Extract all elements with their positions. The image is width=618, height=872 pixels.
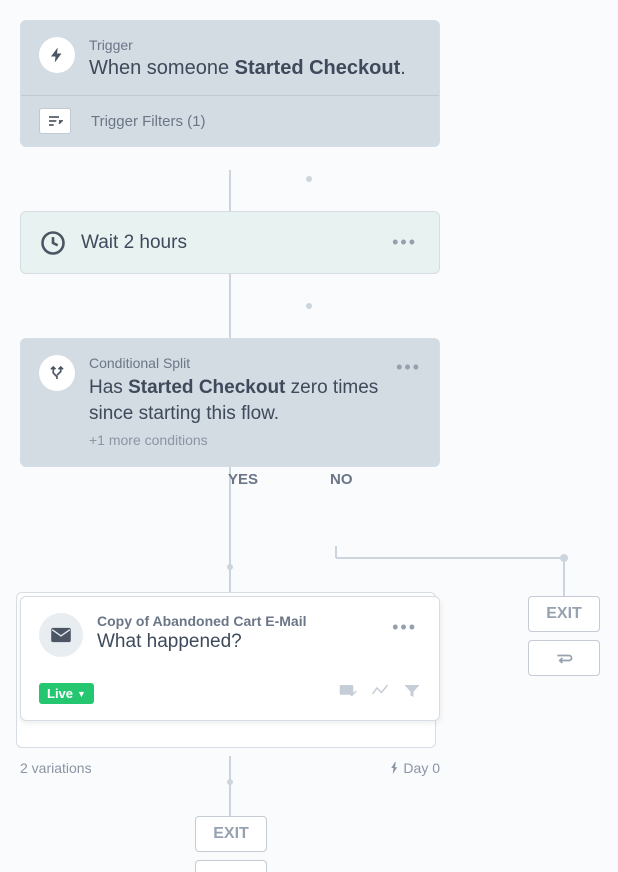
checkmail-icon[interactable] bbox=[339, 683, 357, 704]
trigger-filters-label: Trigger Filters (1) bbox=[91, 113, 205, 130]
split-label: Conditional Split bbox=[89, 355, 421, 371]
connector-dot bbox=[306, 303, 312, 309]
more-menu[interactable]: ••• bbox=[392, 353, 425, 382]
email-subject: What happened? bbox=[97, 631, 374, 653]
connector-dot bbox=[306, 176, 312, 182]
exit-node[interactable]: EXIT bbox=[195, 816, 267, 852]
trigger-label: Trigger bbox=[89, 37, 406, 53]
conditional-split-card[interactable]: Conditional Split Has Started Checkout z… bbox=[20, 338, 440, 467]
day-label: Day 0 bbox=[390, 760, 440, 776]
loop-node[interactable] bbox=[528, 640, 600, 676]
chevron-down-icon: ▼ bbox=[77, 689, 86, 699]
branch-no-label: NO bbox=[330, 471, 353, 488]
status-badge[interactable]: Live▼ bbox=[39, 683, 94, 704]
wait-text: Wait 2 hours bbox=[81, 232, 374, 254]
trigger-title: When someone Started Checkout. bbox=[89, 55, 406, 81]
filter-icon bbox=[39, 108, 71, 134]
trigger-filters-row[interactable]: Trigger Filters (1) bbox=[21, 95, 439, 146]
branch-yes-label: YES bbox=[228, 471, 258, 488]
email-name: Copy of Abandoned Cart E-Mail bbox=[97, 613, 374, 629]
wait-card[interactable]: Wait 2 hours ••• bbox=[20, 211, 440, 274]
trigger-card[interactable]: Trigger When someone Started Checkout. T… bbox=[20, 20, 440, 147]
more-menu[interactable]: ••• bbox=[388, 228, 421, 257]
bolt-icon bbox=[39, 37, 75, 73]
exit-node[interactable]: EXIT bbox=[528, 596, 600, 632]
split-icon bbox=[39, 355, 75, 391]
funnel-icon[interactable] bbox=[403, 683, 421, 704]
variations-count: 2 variations bbox=[20, 760, 92, 776]
email-card-stack[interactable]: Copy of Abandoned Cart E-Mail What happe… bbox=[20, 596, 440, 721]
split-description: Has Started Checkout zero times since st… bbox=[89, 375, 421, 426]
more-menu[interactable]: ••• bbox=[388, 613, 421, 642]
clock-icon bbox=[39, 229, 67, 257]
email-card[interactable]: Copy of Abandoned Cart E-Mail What happe… bbox=[20, 596, 440, 721]
split-more-conditions: +1 more conditions bbox=[89, 432, 421, 448]
email-icon bbox=[39, 613, 83, 657]
node-partial bbox=[195, 860, 267, 872]
connector-dot bbox=[227, 564, 233, 570]
analytics-icon[interactable] bbox=[371, 683, 389, 704]
